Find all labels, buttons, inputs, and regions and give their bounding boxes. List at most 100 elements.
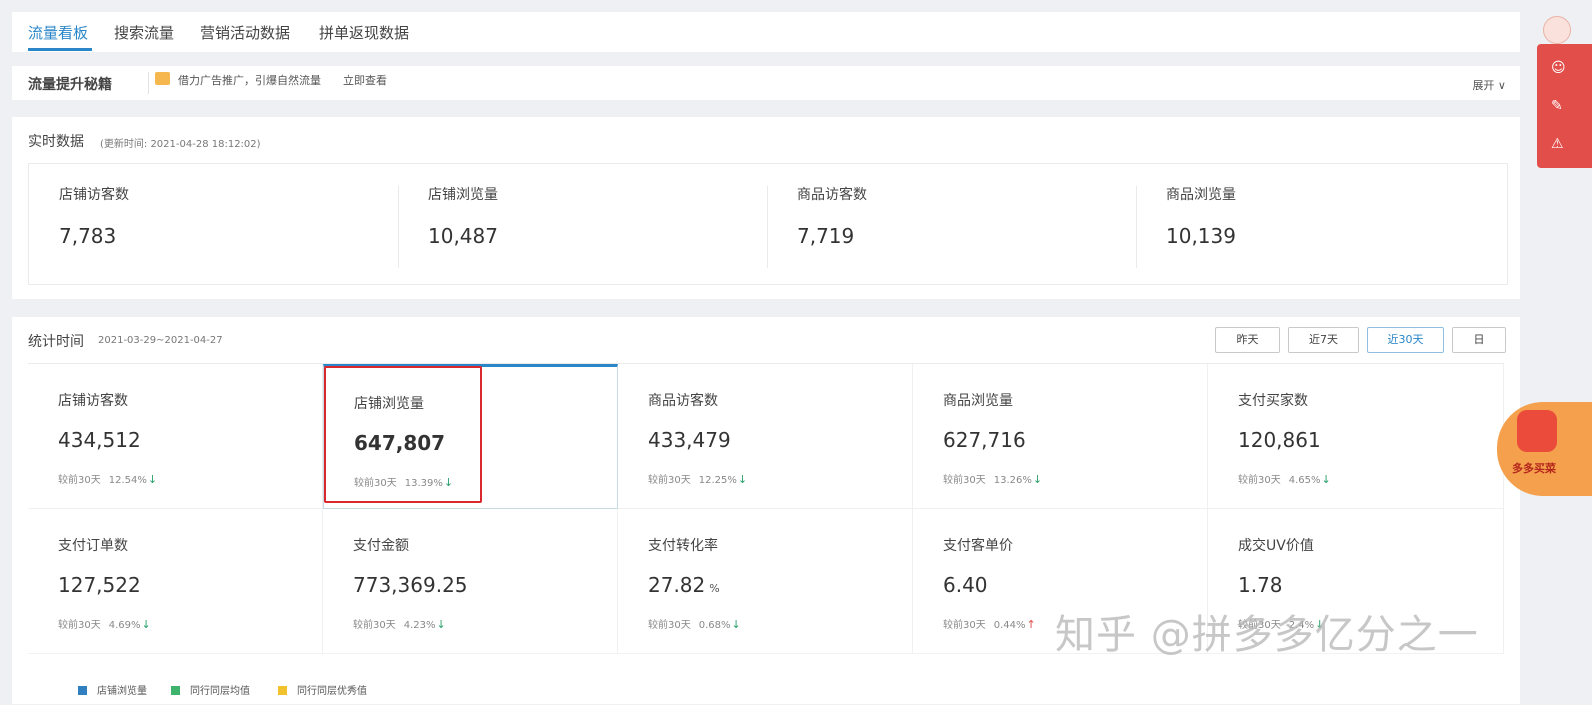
compare-label: 较前30天	[648, 620, 691, 631]
metric-value: 27.82%	[648, 573, 720, 597]
metric-value: 6.40	[943, 573, 988, 597]
compare-label: 较前30天	[648, 475, 691, 486]
traffic-tips-bar: 流量提升秘籍 借力广告推广，引爆自然流量 立即查看 展开 ∨	[12, 66, 1520, 100]
day-button[interactable]: 日	[1452, 327, 1506, 353]
metric-card-paid-orders[interactable]: 支付订单数 127,522 较前30天 4.69%↓	[28, 509, 323, 654]
metric-value: 433,479	[648, 428, 731, 452]
grocery-promo-badge[interactable]: 多多买菜	[1497, 402, 1592, 496]
arrow-down-icon: ↓	[436, 618, 446, 631]
legend-label: 店铺浏览量	[97, 686, 147, 697]
warning-icon[interactable]: ⚠	[1551, 136, 1564, 152]
legend-swatch	[278, 686, 287, 695]
edit-icon[interactable]: ✎	[1551, 98, 1563, 114]
rt-metric-shop-pageviews: 店铺浏览量 10,487	[398, 164, 767, 284]
tab-bar: 流量看板 搜索流量 营销活动数据 拼单返现数据	[12, 12, 1520, 52]
metric-compare: 较前30天 4.65%↓	[1238, 471, 1331, 486]
tab-traffic-board[interactable]: 流量看板	[28, 22, 88, 43]
metric-label: 支付买家数	[1238, 393, 1308, 409]
arrow-down-icon: ↓	[141, 618, 151, 631]
arrow-down-icon: ↓	[1321, 473, 1331, 486]
metric-card-payment-amount[interactable]: 支付金额 773,369.25 较前30天 4.23%↓	[323, 509, 618, 654]
metric-value: 773,369.25	[353, 573, 468, 597]
metric-compare: 较前30天 12.54%↓	[58, 471, 157, 486]
expand-button[interactable]: 展开 ∨	[1472, 77, 1506, 93]
compare-percent: 13.26%	[993, 475, 1032, 486]
rt-metric-product-visitors: 商品访客数 7,719	[767, 164, 1136, 284]
metric-card-product-visitors[interactable]: 商品访客数 433,479 较前30天 12.25%↓	[618, 364, 913, 509]
metric-value: 127,522	[58, 573, 141, 597]
compare-label: 较前30天	[58, 620, 101, 631]
chart-legend: 店铺浏览量 同行同层均值 同行同层优秀值	[28, 653, 1504, 705]
arrow-down-icon: ↓	[731, 618, 741, 631]
compare-percent: 12.25%	[698, 475, 737, 486]
metric-value: 434,512	[58, 428, 141, 452]
metric-label: 支付金额	[353, 538, 409, 554]
metric-value: 627,716	[943, 428, 1026, 452]
metric-value: 120,861	[1238, 428, 1321, 452]
assistant-avatar-icon[interactable]	[1543, 16, 1571, 44]
metric-label: 支付客单价	[943, 538, 1013, 554]
stats-date-range: 2021-03-29~2021-04-27	[98, 335, 223, 346]
metric-label: 商品访客数	[648, 393, 718, 409]
compare-percent: 0.44%	[993, 620, 1026, 631]
metric-compare: 较前30天 4.23%↓	[353, 616, 446, 631]
tab-marketing-data[interactable]: 营销活动数据	[200, 22, 290, 43]
promo-badge-text: 多多买菜	[1512, 462, 1556, 475]
legend-swatch	[171, 686, 180, 695]
metric-value: 1.78	[1238, 573, 1283, 597]
metric-card-paying-buyers[interactable]: 支付买家数 120,861 较前30天 4.65%↓	[1208, 364, 1504, 509]
last-30-days-button[interactable]: 近30天	[1367, 327, 1444, 353]
metric-value: 7,783	[59, 224, 117, 248]
compare-label: 较前30天	[943, 475, 986, 486]
arrow-down-icon: ↓	[737, 473, 748, 486]
compare-percent: 12.54%	[108, 475, 147, 486]
stats-title: 统计时间	[28, 334, 84, 350]
rt-metric-product-pageviews: 商品浏览量 10,139	[1136, 164, 1505, 284]
metric-label: 店铺访客数	[59, 187, 129, 203]
metric-card-shop-visitors[interactable]: 店铺访客数 434,512 较前30天 12.54%↓	[28, 364, 323, 509]
legend-label: 同行同层优秀值	[297, 686, 367, 697]
metric-label: 成交UV价值	[1238, 538, 1314, 554]
metric-label: 支付订单数	[58, 538, 128, 554]
yesterday-button[interactable]: 昨天	[1215, 327, 1280, 353]
legend-item[interactable]: 同行同层优秀值	[278, 682, 367, 697]
compare-label: 较前30天	[58, 475, 101, 486]
compare-label: 较前30天	[943, 620, 986, 631]
metric-number: 27.82	[648, 573, 706, 597]
highlight-annotation-box	[324, 366, 482, 503]
realtime-panel: 实时数据 (更新时间: 2021-04-28 18:12:02) 店铺访客数 7…	[12, 117, 1520, 299]
metric-compare: 较前30天 4.69%↓	[58, 616, 151, 631]
arrow-up-icon: ↑	[1026, 618, 1036, 631]
tips-title: 流量提升秘籍	[28, 77, 112, 93]
legend-item[interactable]: 同行同层均值	[171, 682, 250, 697]
tab-group-cashback-data[interactable]: 拼单返现数据	[319, 22, 409, 43]
active-tab-indicator	[28, 48, 92, 51]
arrow-down-icon: ↓	[1032, 473, 1043, 486]
legend-item[interactable]: 店铺浏览量	[78, 682, 147, 697]
metric-card-product-pageviews[interactable]: 商品浏览量 627,716 较前30天 13.26%↓	[913, 364, 1208, 509]
strawberry-icon	[1517, 410, 1557, 452]
metric-value: 7,719	[797, 224, 855, 248]
realtime-updated-time: (更新时间: 2021-04-28 18:12:02)	[100, 139, 261, 150]
metric-card-conversion-rate[interactable]: 支付转化率 27.82% 较前30天 0.68%↓	[618, 509, 913, 654]
legend-swatch	[78, 686, 87, 695]
chat-icon[interactable]: ☺	[1551, 60, 1566, 76]
metric-compare: 较前30天 12.25%↓	[648, 471, 747, 486]
compare-percent: 4.69%	[108, 620, 141, 631]
metric-label: 商品浏览量	[943, 393, 1013, 409]
metric-label: 支付转化率	[648, 538, 718, 554]
metric-compare: 较前30天 0.68%↓	[648, 616, 741, 631]
legend-label: 同行同层均值	[190, 686, 250, 697]
last-7-days-button[interactable]: 近7天	[1288, 327, 1359, 353]
metric-compare: 较前30天 13.26%↓	[943, 471, 1042, 486]
realtime-title: 实时数据	[28, 134, 84, 150]
promo-text: 借力广告推广，引爆自然流量	[178, 74, 321, 87]
view-now-link[interactable]: 立即查看	[343, 72, 387, 88]
metric-label: 商品浏览量	[1166, 187, 1236, 203]
metric-label: 商品访客数	[797, 187, 867, 203]
compare-percent: 4.23%	[403, 620, 436, 631]
tab-search-traffic[interactable]: 搜索流量	[114, 22, 174, 43]
metric-value: 10,139	[1166, 224, 1236, 248]
metric-value: 10,487	[428, 224, 498, 248]
realtime-metrics: 店铺访客数 7,783 店铺浏览量 10,487 商品访客数 7,719 商品浏…	[28, 163, 1508, 285]
